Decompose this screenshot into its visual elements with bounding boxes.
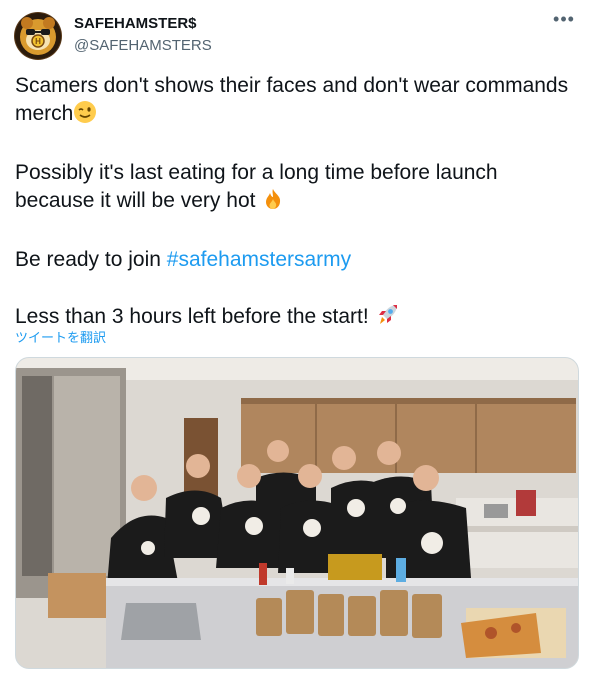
avatar[interactable]: H (14, 12, 62, 60)
author-names: SAFEHAMSTER$ @SAFEHAMSTERS (74, 14, 212, 56)
group-photo-image (16, 358, 578, 668)
tweet-paragraph-1: Scamers don't shows their faces and don'… (15, 72, 575, 132)
tweet-line-2: Possibly it's last eating for a long tim… (15, 161, 498, 212)
more-options-icon[interactable]: ••• (552, 10, 576, 34)
handle[interactable]: @SAFEHAMSTERS (74, 36, 212, 56)
display-name[interactable]: SAFEHAMSTER$ (74, 14, 212, 34)
hamster-logo-icon: H (15, 13, 61, 59)
fire-emoji (261, 187, 285, 219)
translate-tweet-link[interactable]: ツイートを翻訳 (15, 330, 106, 346)
tweet-paragraph-2: Possibly it's last eating for a long tim… (15, 159, 575, 219)
tweet-header: H SAFEHAMSTER$ @SAFEHAMSTERS ••• (14, 10, 580, 62)
tweet-line-1: Scamers don't shows their faces and don'… (15, 74, 569, 125)
tweet-text: Scamers don't shows their faces and don'… (15, 72, 575, 335)
tweet: H SAFEHAMSTER$ @SAFEHAMSTERS ••• Scamers… (0, 0, 594, 680)
svg-text:H: H (35, 37, 41, 46)
winking-face-emoji (73, 100, 97, 132)
tweet-line-4: Less than 3 hours left before the start! (15, 305, 369, 328)
tweet-photo[interactable] (15, 357, 579, 669)
rocket-emoji (375, 301, 401, 335)
hashtag-link[interactable]: #safehamstersarmy (167, 248, 351, 271)
tweet-line-3-prefix: Be ready to join (15, 248, 167, 271)
tweet-paragraph-3: Be ready to join #safehamstersarmy (15, 246, 575, 274)
